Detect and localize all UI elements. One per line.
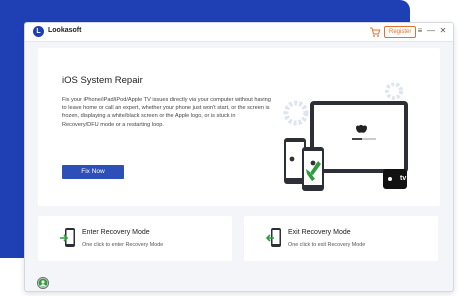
exit-recovery-card[interactable]: Exit Recovery Mode One click to exit Rec… — [244, 216, 438, 261]
enter-recovery-title: Enter Recovery Mode — [82, 229, 150, 236]
enter-recovery-icon — [60, 228, 75, 247]
menu-icon[interactable]: ≡ — [415, 26, 425, 36]
apple-logo-icon — [356, 124, 367, 133]
fix-now-button[interactable]: Fix Now — [62, 165, 124, 179]
close-icon[interactable]: ✕ — [438, 26, 448, 36]
title-bar: L Lookasoft Register ≡ — ✕ — [25, 23, 453, 42]
section-title: iOS System Repair — [62, 75, 143, 86]
brand-name: Lookasoft — [48, 27, 82, 34]
logo-icon: L — [33, 26, 44, 37]
section-description: Fix your iPhone/iPad/iPod/Apple TV issue… — [62, 97, 271, 128]
enter-recovery-subtitle: One click to enter Recovery Mode — [82, 242, 164, 248]
exit-recovery-subtitle: One click to exit Recovery Mode — [288, 242, 366, 248]
apple-tv-label: tv — [400, 175, 407, 182]
exit-recovery-title: Exit Recovery Mode — [288, 229, 351, 236]
ios-repair-panel: iOS System Repair Fix your iPhone/iPad/i… — [38, 48, 440, 206]
app-window: L Lookasoft Register ≡ — ✕ iOS System Re… — [24, 22, 454, 292]
user-avatar-icon[interactable] — [37, 277, 49, 289]
cart-icon[interactable] — [369, 26, 381, 38]
minimize-icon[interactable]: — — [426, 26, 436, 36]
enter-recovery-card[interactable]: Enter Recovery Mode One click to enter R… — [38, 216, 232, 261]
register-button[interactable]: Register — [384, 26, 417, 38]
exit-recovery-icon — [266, 228, 281, 247]
